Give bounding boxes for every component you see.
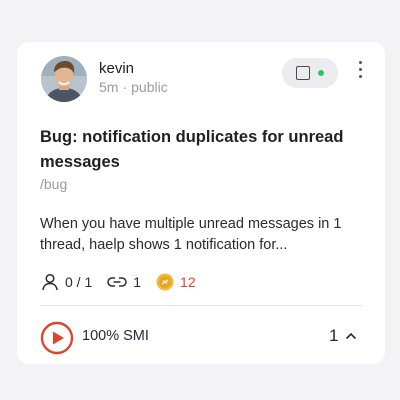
upvote-button[interactable]: 1 (329, 324, 358, 348)
smi-label: 100% SMI (82, 328, 149, 344)
post-time: 5m (99, 79, 119, 95)
coin-icon (156, 273, 174, 291)
status-square-icon (296, 66, 310, 80)
post-title[interactable]: Bug: notification duplicates for unread … (40, 125, 360, 175)
post-meta: 5m · public (99, 79, 168, 95)
play-icon (40, 321, 74, 355)
coins-count: 12 (180, 274, 196, 290)
coins-stat[interactable]: 12 (155, 272, 196, 292)
user-icon (42, 273, 58, 291)
post-description: When you have multiple unread messages i… (40, 216, 342, 253)
participants-stat[interactable]: 0 / 1 (40, 273, 92, 291)
post-tag[interactable]: /bug (40, 176, 67, 192)
meta-separator: · (122, 79, 128, 95)
author-name[interactable]: kevin (99, 60, 134, 77)
post-card[interactable]: kevin 5m · public Bug: notification duplic… (17, 42, 385, 364)
post-stats: 0 / 1 1 12 (40, 271, 210, 293)
links-count: 1 (133, 274, 142, 290)
online-dot-icon (318, 70, 324, 76)
vote-count: 1 (329, 326, 339, 345)
participants-count: 0 / 1 (65, 274, 93, 290)
status-toggle-button[interactable] (282, 58, 338, 88)
divider (40, 305, 362, 306)
avatar[interactable] (41, 56, 87, 102)
link-icon (107, 277, 127, 287)
play-button[interactable] (40, 321, 74, 355)
chevron-up-icon (346, 332, 357, 340)
post-visibility: public (131, 79, 168, 95)
avatar-image (41, 56, 87, 102)
more-vertical-icon[interactable] (355, 61, 365, 83)
links-stat[interactable]: 1 (106, 274, 141, 290)
